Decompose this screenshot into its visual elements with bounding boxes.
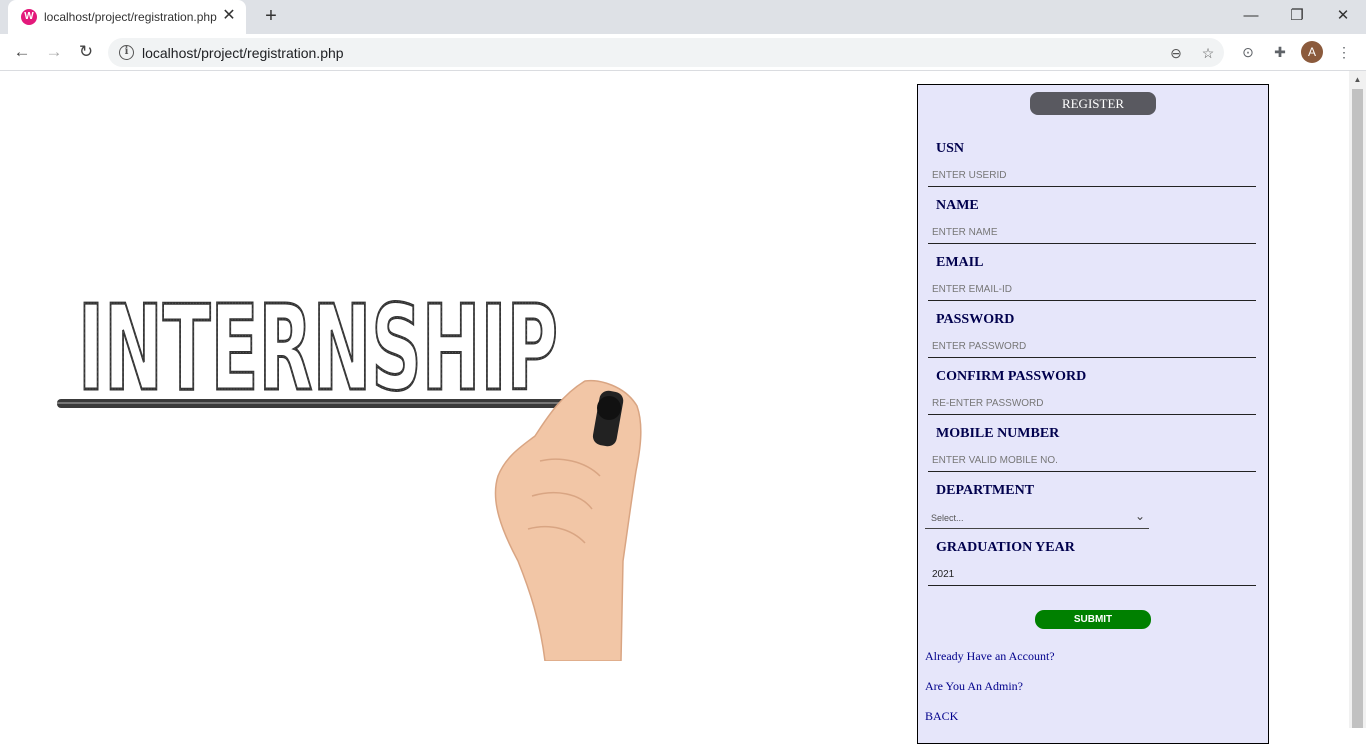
confirm-password-label: CONFIRM PASSWORD bbox=[936, 369, 1087, 384]
chevron-down-icon: ⌄ bbox=[1134, 509, 1145, 523]
usn-input[interactable] bbox=[928, 165, 1256, 186]
wamp-icon: W bbox=[21, 9, 37, 25]
puzzle-icon[interactable]: ✚ bbox=[1269, 41, 1291, 63]
admin-link[interactable]: Are You An Admin? bbox=[925, 679, 1023, 694]
login-link[interactable]: Already Have an Account? bbox=[925, 649, 1055, 664]
star-icon[interactable]: ☆ bbox=[1198, 43, 1218, 63]
close-icon[interactable]: ✕ bbox=[220, 7, 238, 25]
graduation-year-label: GRADUATION YEAR bbox=[936, 540, 1075, 555]
minimize-icon[interactable]: — bbox=[1237, 4, 1265, 28]
password-label: PASSWORD bbox=[936, 312, 1015, 327]
back-link[interactable]: BACK bbox=[925, 709, 958, 724]
department-select[interactable]: Select... ⌄ bbox=[925, 507, 1149, 529]
mobile-input[interactable] bbox=[928, 450, 1256, 471]
internship-hero-image: INTERNSHIP INTERNSHIP bbox=[57, 278, 642, 661]
tab-title: localhost/project/registration.php bbox=[44, 10, 217, 24]
department-label: DEPARTMENT bbox=[936, 483, 1035, 498]
restore-icon[interactable]: ❐ bbox=[1283, 4, 1311, 28]
submit-button[interactable]: SUBMIT bbox=[1035, 610, 1151, 629]
url-text[interactable]: localhost/project/registration.php bbox=[142, 45, 344, 61]
password-field[interactable] bbox=[928, 336, 1256, 358]
arrow-left-icon[interactable]: ← bbox=[10, 40, 34, 64]
usn-field[interactable] bbox=[928, 165, 1256, 187]
zoom-out-icon[interactable]: ⊖ bbox=[1166, 43, 1186, 63]
plus-icon[interactable]: + bbox=[260, 5, 282, 27]
department-selected-value: Select... bbox=[931, 513, 964, 523]
browser-tab[interactable]: W localhost/project/registration.php ✕ bbox=[8, 0, 246, 34]
password-input[interactable] bbox=[928, 336, 1256, 357]
scroll-thumb[interactable] bbox=[1352, 89, 1363, 728]
marker-tip bbox=[597, 396, 621, 420]
graduation-year-input[interactable] bbox=[928, 564, 1256, 585]
confirm-password-field[interactable] bbox=[928, 393, 1256, 415]
browser-toolbar: ← → ↻ i localhost/project/registration.p… bbox=[0, 34, 1366, 71]
registration-form: REGISTER USN NAME EMAIL PASSWORD CONFIRM… bbox=[917, 84, 1269, 744]
kebab-icon[interactable]: ⋮ bbox=[1333, 41, 1355, 63]
address-bar[interactable]: i localhost/project/registration.php ⊖ ☆ bbox=[108, 38, 1224, 67]
info-icon[interactable]: i bbox=[119, 45, 134, 60]
register-header: REGISTER bbox=[1030, 92, 1156, 115]
avatar[interactable]: A bbox=[1301, 41, 1323, 63]
arrow-right-icon[interactable]: → bbox=[42, 40, 66, 64]
page-viewport: INTERNSHIP INTERNSHIP REGISTER USN NAME … bbox=[0, 71, 1366, 744]
reload-icon[interactable]: ↻ bbox=[74, 40, 98, 64]
usn-label: USN bbox=[936, 141, 965, 156]
email-label: EMAIL bbox=[936, 255, 984, 270]
mobile-field[interactable] bbox=[928, 450, 1256, 472]
name-field[interactable] bbox=[928, 222, 1256, 244]
name-input[interactable] bbox=[928, 222, 1256, 243]
title-bar: W localhost/project/registration.php ✕ +… bbox=[0, 0, 1366, 34]
extension-icon[interactable]: ⊙ bbox=[1237, 41, 1259, 63]
confirm-password-input[interactable] bbox=[928, 393, 1256, 414]
graduation-year-field[interactable] bbox=[928, 564, 1256, 586]
hero-sketch-overlay: INTERNSHIP bbox=[78, 279, 558, 417]
scroll-up-icon[interactable]: ▲ bbox=[1349, 73, 1366, 87]
page-scrollbar[interactable]: ▲ bbox=[1349, 71, 1366, 728]
email-input[interactable] bbox=[928, 279, 1256, 300]
close-window-icon[interactable]: ✕ bbox=[1329, 4, 1357, 28]
email-field[interactable] bbox=[928, 279, 1256, 301]
mobile-label: MOBILE NUMBER bbox=[936, 426, 1060, 441]
name-label: NAME bbox=[936, 198, 979, 213]
